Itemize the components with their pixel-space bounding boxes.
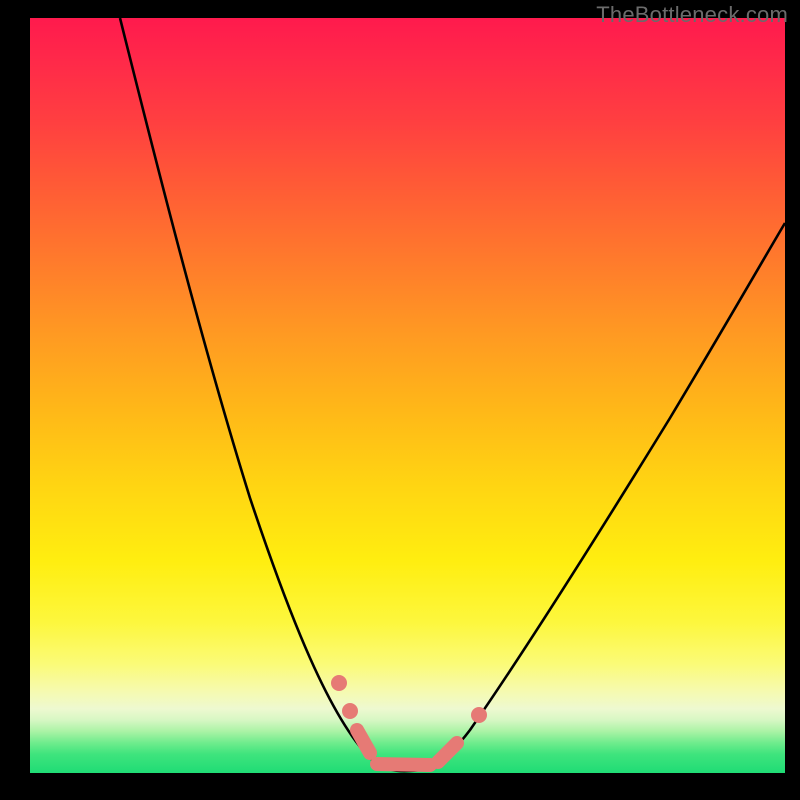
curve-layer — [30, 18, 785, 773]
bottleneck-curve — [120, 18, 785, 771]
outer-frame: TheBottleneck.com — [0, 0, 800, 800]
marker-dot — [342, 703, 358, 719]
marker-segment — [377, 764, 430, 765]
marker-segment — [438, 743, 457, 762]
marker-segment — [357, 730, 370, 753]
gradient-plot-area — [30, 18, 785, 773]
watermark-text: TheBottleneck.com — [596, 2, 788, 28]
marker-dot — [471, 707, 487, 723]
marker-dot — [331, 675, 347, 691]
